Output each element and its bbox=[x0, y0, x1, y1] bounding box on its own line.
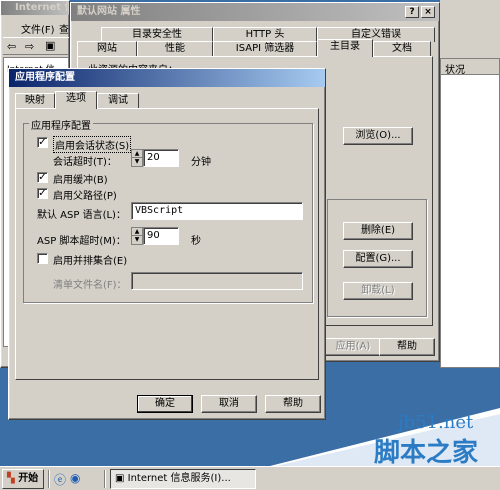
windows-logo-icon: ▚ bbox=[7, 473, 15, 484]
iis-main-titlebar: Internet 信 bbox=[1, 1, 69, 15]
ok-button[interactable]: 确定 bbox=[137, 395, 193, 413]
manifest-label: 清单文件名(F)： bbox=[53, 280, 127, 291]
session-timeout-spinner[interactable]: ▲ ▼ bbox=[131, 149, 143, 167]
toolbar: ⇦ ⇨ ▣ bbox=[3, 37, 69, 55]
apply-button[interactable]: 应用(A) bbox=[323, 338, 383, 356]
start-label: 开始 bbox=[18, 473, 39, 484]
tasks-separator bbox=[104, 470, 106, 488]
tab-directory-security[interactable]: 目录安全性 bbox=[101, 27, 213, 42]
asp-timeout-spinner[interactable]: ▲ ▼ bbox=[131, 227, 143, 245]
unload-button[interactable]: 卸载(L) bbox=[343, 282, 413, 300]
tab-website[interactable]: 网站 bbox=[77, 41, 137, 56]
asp-timeout-label: ASP 脚本超时(M)： bbox=[37, 236, 126, 247]
app-config-titlebar: 应用程序配置 bbox=[9, 69, 325, 87]
properties-titlebar: 默认网站 属性 ? × bbox=[71, 3, 439, 21]
buffering-checkbox[interactable]: ✓ bbox=[37, 172, 48, 183]
spin-down-icon[interactable]: ▼ bbox=[132, 236, 142, 244]
start-button[interactable]: ▚ 开始 bbox=[2, 469, 44, 489]
quick-launch-separator bbox=[48, 470, 50, 488]
cancel-button[interactable]: 取消 bbox=[201, 395, 257, 413]
browse-button[interactable]: 浏览(O)... bbox=[343, 127, 413, 145]
session-timeout-input[interactable]: 20 bbox=[143, 149, 179, 167]
configuration-button[interactable]: 配置(G)... bbox=[343, 250, 413, 268]
watermark-domain: jb51.net bbox=[398, 412, 474, 433]
remove-button[interactable]: 删除(E) bbox=[343, 222, 413, 240]
buffering-label: 启用缓冲(B) bbox=[53, 175, 108, 186]
back-arrow-icon[interactable]: ⇦ bbox=[7, 40, 16, 53]
ie-icon[interactable]: ⓔ bbox=[54, 471, 66, 488]
spin-up-icon[interactable]: ▲ bbox=[132, 228, 142, 236]
parent-paths-checkbox[interactable]: ✓ bbox=[37, 188, 48, 199]
tab-performance[interactable]: 性能 bbox=[137, 41, 213, 56]
column-status[interactable]: 状况 bbox=[445, 61, 465, 76]
session-state-label: 启用会话状态(S) bbox=[53, 136, 132, 153]
properties-help-button[interactable]: 帮助 bbox=[379, 338, 435, 356]
tab-debugging[interactable]: 调试 bbox=[97, 93, 139, 108]
side-by-side-label: 启用并排集合(E) bbox=[53, 256, 128, 267]
taskbar: ▚ 开始 ⓔ ◉ ▣ Internet 信息服务(I)... bbox=[0, 466, 500, 490]
asp-language-input[interactable]: VBScript bbox=[131, 202, 303, 220]
iis-list-pane: 状况 bbox=[440, 58, 500, 368]
iis-task-icon: ▣ bbox=[115, 473, 125, 484]
session-timeout-label: 会话超时(T)： bbox=[53, 157, 117, 168]
parent-paths-label: 启用父路径(P) bbox=[53, 191, 117, 202]
session-state-checkbox[interactable]: ✓ bbox=[37, 137, 48, 148]
up-folder-icon[interactable]: ▣ bbox=[45, 39, 55, 52]
watermark: jb51.net 脚本之家 bbox=[270, 408, 500, 468]
session-timeout-unit: 分钟 bbox=[191, 157, 211, 168]
spin-down-icon[interactable]: ▼ bbox=[132, 158, 142, 166]
help-title-button[interactable]: ? bbox=[405, 6, 419, 18]
tab-http-headers[interactable]: HTTP 头 bbox=[213, 27, 317, 42]
app-config-dialog: 应用程序配置 映射 选项 调试 应用程序配置 ✓ 启用会话状态(S) 会话超时(… bbox=[8, 68, 326, 420]
asp-timeout-input[interactable]: 90 bbox=[143, 227, 179, 245]
task-iis-manager[interactable]: ▣ Internet 信息服务(I)... bbox=[110, 469, 256, 489]
forward-arrow-icon[interactable]: ⇨ bbox=[25, 40, 34, 53]
tab-home-directory[interactable]: 主目录 bbox=[317, 39, 373, 57]
tab-documents[interactable]: 文档 bbox=[373, 41, 431, 56]
asp-timeout-unit: 秒 bbox=[191, 236, 201, 247]
manifest-input[interactable] bbox=[131, 272, 303, 290]
side-by-side-checkbox[interactable] bbox=[37, 253, 48, 264]
properties-title: 默认网站 属性 bbox=[77, 6, 141, 17]
menu-file[interactable]: 文件(F) bbox=[21, 21, 55, 36]
tab-options[interactable]: 选项 bbox=[55, 91, 97, 109]
tab-mappings[interactable]: 映射 bbox=[15, 93, 55, 108]
group-title: 应用程序配置 bbox=[29, 117, 93, 132]
asp-language-label: 默认 ASP 语言(L)： bbox=[37, 210, 126, 221]
main-window-top-right bbox=[440, 0, 500, 58]
spin-up-icon[interactable]: ▲ bbox=[132, 150, 142, 158]
menu-view[interactable]: 查 bbox=[59, 21, 69, 36]
watermark-brand: 脚本之家 bbox=[374, 438, 479, 468]
close-title-button[interactable]: × bbox=[421, 6, 435, 18]
list-header: 状况 bbox=[441, 59, 499, 76]
task-iis-label: Internet 信息服务(I)... bbox=[127, 473, 231, 484]
media-icon[interactable]: ◉ bbox=[70, 471, 80, 485]
tab-isapi-filters[interactable]: ISAPI 筛选器 bbox=[213, 41, 317, 56]
